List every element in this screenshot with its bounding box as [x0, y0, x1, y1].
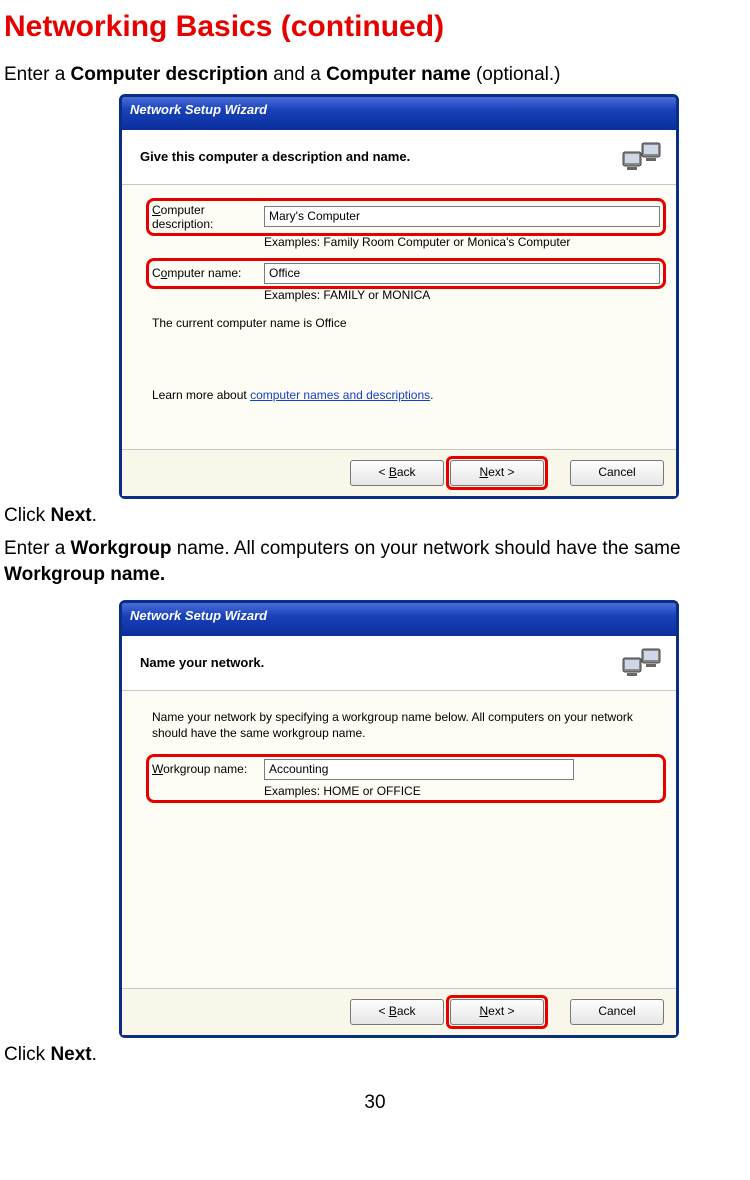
instruction-step1: Enter a Computer description and a Compu…	[4, 62, 746, 88]
wizard2-window: Network Setup Wizard Name your network. …	[119, 600, 679, 1038]
back-button[interactable]: < Back	[350, 460, 444, 486]
text-bold: Computer name	[326, 64, 471, 85]
text: .	[92, 1044, 97, 1065]
row-comp-name: Computer name: Office	[152, 263, 660, 284]
text-bold: Computer description	[71, 64, 268, 85]
wizard2-button-row: < Back Next > Cancel	[122, 988, 676, 1035]
wizard2-intro: Name your network by specifying a workgr…	[152, 709, 660, 741]
link-learn-more[interactable]: computer names and descriptions	[250, 388, 430, 402]
highlight-next-button: Next >	[450, 460, 544, 486]
example-workgroup: Examples: HOME or OFFICE	[264, 784, 660, 798]
spacer	[550, 460, 564, 486]
text: Learn more about	[152, 388, 250, 402]
text: name. All computers on your network shou…	[172, 538, 681, 559]
text: Click	[4, 1044, 50, 1065]
row-workgroup: Workgroup name: Accounting	[152, 759, 660, 780]
highlight-desc-row: CComputer description:omputer descriptio…	[152, 203, 660, 231]
page-number: 30	[4, 1092, 746, 1114]
computers-icon	[622, 646, 664, 680]
input-comp-name[interactable]: Office	[264, 263, 660, 284]
wizard1-body: CComputer description:omputer descriptio…	[122, 185, 676, 449]
highlight-name-row: Computer name: Office	[152, 263, 660, 284]
wizard2-body: Name your network by specifying a workgr…	[122, 691, 676, 988]
text: Enter a	[4, 64, 71, 85]
text: .	[92, 505, 97, 526]
wizard2-header: Name your network.	[122, 636, 676, 691]
highlight-next-button: Next >	[450, 999, 544, 1025]
input-workgroup[interactable]: Accounting	[264, 759, 574, 780]
spacer	[152, 802, 660, 972]
text-bold: Next	[50, 505, 91, 526]
next-button[interactable]: Next >	[450, 999, 544, 1025]
cancel-button[interactable]: Cancel	[570, 999, 664, 1025]
text: and a	[268, 64, 326, 85]
instruction-step2: Enter a Workgroup name. All computers on…	[4, 536, 746, 587]
highlight-workgroup-row: Workgroup name: Accounting Examples: HOM…	[152, 759, 660, 798]
label-comp-name: Computer name:	[152, 266, 264, 280]
learn-more-line: Learn more about computer names and desc…	[152, 388, 660, 402]
wizard2-heading: Name your network.	[140, 655, 264, 670]
back-button[interactable]: < Back	[350, 999, 444, 1025]
wizard1-heading: Give this computer a description and nam…	[140, 149, 410, 164]
wizard1-button-row: < Back Next > Cancel	[122, 449, 676, 496]
label-workgroup: Workgroup name:	[152, 762, 264, 776]
wizard1-header: Give this computer a description and nam…	[122, 130, 676, 185]
row-comp-desc: CComputer description:omputer descriptio…	[152, 203, 660, 231]
text: Click	[4, 505, 50, 526]
wizard1-window: Network Setup Wizard Give this computer …	[119, 94, 679, 499]
wizard2-screenshot: Network Setup Wizard Name your network. …	[119, 600, 679, 1038]
example-comp-name: Examples: FAMILY or MONICA	[264, 288, 660, 302]
page-title: Networking Basics (continued)	[4, 10, 746, 44]
text-bold: Next	[50, 1044, 91, 1065]
input-comp-desc[interactable]: Mary's Computer	[264, 206, 660, 227]
instruction-click-next-1: Click Next.	[4, 503, 746, 529]
text: (optional.)	[471, 64, 561, 85]
next-button[interactable]: Next >	[450, 460, 544, 486]
spacer	[550, 999, 564, 1025]
text-bold: Workgroup name.	[4, 564, 165, 585]
note-current-name: The current computer name is Office	[152, 316, 660, 330]
label-comp-desc: CComputer description:omputer descriptio…	[152, 203, 264, 231]
computers-icon	[622, 140, 664, 174]
instruction-click-next-2: Click Next.	[4, 1042, 746, 1068]
text: Enter a	[4, 538, 71, 559]
example-comp-desc: Examples: Family Room Computer or Monica…	[264, 235, 660, 249]
wizard2-titlebar: Network Setup Wizard	[122, 603, 676, 636]
wizard1-screenshot: Network Setup Wizard Give this computer …	[119, 94, 679, 499]
wizard1-titlebar: Network Setup Wizard	[122, 97, 676, 130]
cancel-button[interactable]: Cancel	[570, 460, 664, 486]
text: .	[430, 388, 433, 402]
text-bold: Workgroup	[71, 538, 172, 559]
